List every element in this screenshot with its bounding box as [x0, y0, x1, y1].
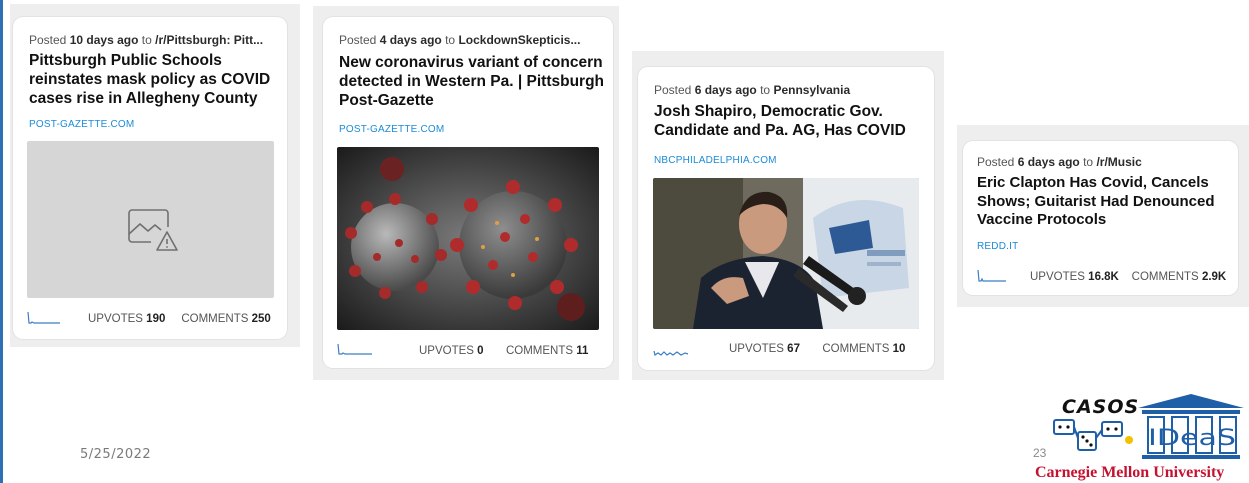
post-title[interactable]: Eric Clapton Has Covid, Cancels Shows; G… [977, 174, 1233, 230]
slide-date: 5/25/2022 [80, 447, 152, 462]
post-stats: UPVOTES 16.8K COMMENTS 2.9K [1030, 271, 1227, 283]
ideas-logo-wordmark: IDeaS [1148, 426, 1236, 451]
activity-sparkline [653, 350, 689, 356]
post-title[interactable]: New coronavirus variant of concern detec… [339, 53, 607, 110]
coronavirus-image [337, 147, 599, 330]
broken-image-thumbnail [27, 141, 274, 298]
post-stats: UPVOTES 67 COMMENTS 10 [729, 343, 906, 355]
comment-count: 10 [892, 343, 906, 355]
post-card-3[interactable]: Posted 6 days ago to Pennsylvania Josh S… [638, 67, 934, 370]
post-title[interactable]: Pittsburgh Public Schools reinstates mas… [29, 51, 277, 108]
casos-logo-wordmark: CASOS [1062, 396, 1140, 418]
casos-logo: CASOS [1052, 396, 1140, 458]
post-domain-link[interactable]: NBCPHILADELPHIA.COM [654, 155, 777, 166]
broken-image-icon [128, 209, 178, 251]
activity-sparkline [337, 343, 372, 355]
comment-count: 250 [251, 313, 271, 325]
ideas-logo: IDeaS [1138, 394, 1244, 459]
post-title[interactable]: Josh Shapiro, Democratic Gov. Candidate … [654, 102, 930, 140]
activity-sparkline [27, 311, 60, 324]
community-link[interactable]: LockdownSkepticis... [458, 33, 580, 47]
community-link[interactable]: Pennsylvania [773, 83, 850, 97]
comment-count: 11 [576, 345, 589, 357]
activity-sparkline [977, 269, 1006, 282]
comment-count: 2.9K [1201, 271, 1227, 283]
post-stats: UPVOTES 190 COMMENTS 250 [88, 313, 271, 325]
upvote-count: 67 [787, 343, 800, 355]
cmu-wordmark: Carnegie Mellon University [1035, 464, 1225, 481]
post-stats: UPVOTES 0 COMMENTS 11 [419, 345, 589, 357]
post-meta: Posted 6 days ago to /r/Music [977, 155, 1142, 169]
post-domain-link[interactable]: POST-GAZETTE.COM [339, 124, 444, 135]
upvote-count: 0 [477, 345, 484, 357]
post-meta: Posted 4 days ago to LockdownSkepticis..… [339, 33, 581, 47]
post-meta: Posted 6 days ago to Pennsylvania [654, 83, 851, 97]
post-card-1[interactable]: Posted 10 days ago to /r/Pittsburgh: Pit… [13, 17, 287, 339]
community-link[interactable]: /r/Pittsburgh: Pitt... [155, 33, 263, 47]
post-meta: Posted 10 days ago to /r/Pittsburgh: Pit… [29, 33, 264, 47]
slide-number: 23 [1033, 446, 1047, 460]
post-card-4[interactable]: Posted 6 days ago to /r/Music Eric Clapt… [963, 141, 1238, 295]
upvote-count: 190 [146, 313, 166, 325]
post-domain-link[interactable]: POST-GAZETTE.COM [29, 119, 134, 130]
upvote-count: 16.8K [1088, 271, 1119, 283]
slide-left-accent-bar [0, 0, 3, 483]
post-domain-link[interactable]: REDD.IT [977, 241, 1018, 252]
community-link[interactable]: /r/Music [1096, 155, 1141, 169]
post-card-2[interactable]: Posted 4 days ago to LockdownSkepticis..… [323, 17, 613, 368]
speaker-photo [653, 178, 919, 329]
